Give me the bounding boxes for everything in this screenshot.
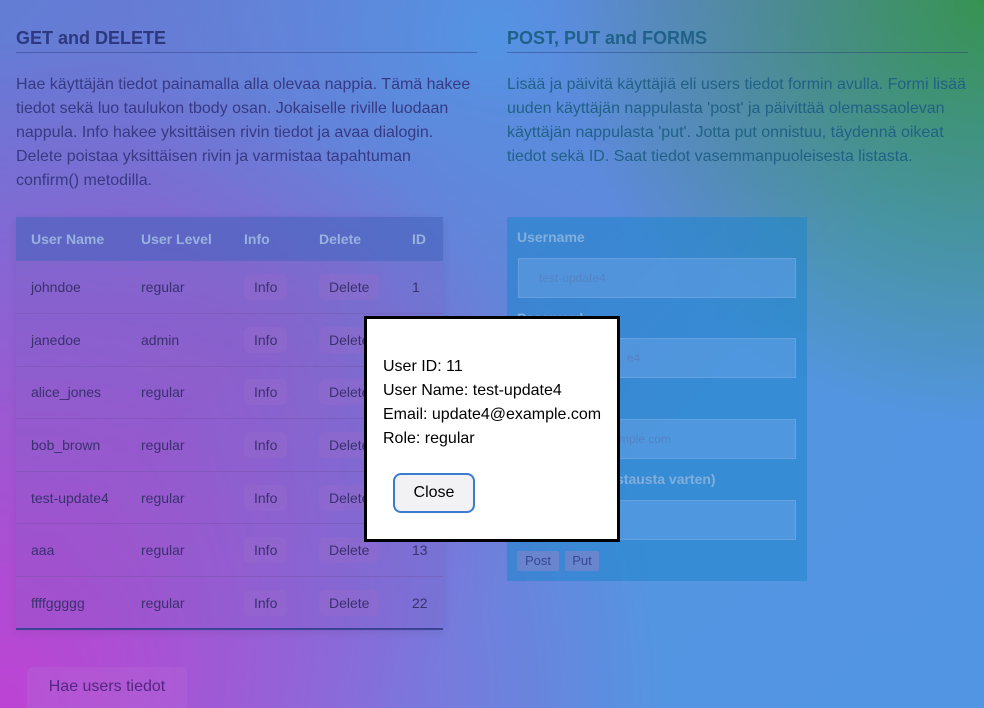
dialog-user-name: User Name: test-update4 <box>383 382 562 399</box>
dialog-role: Role: regular <box>383 430 475 447</box>
dialog-email: Email: update4@example.com <box>383 406 602 423</box>
close-button[interactable]: Close <box>393 473 475 513</box>
dialog-info: User ID: 11 User Name: test-update4 Emai… <box>383 355 601 451</box>
user-info-dialog: User ID: 11 User Name: test-update4 Emai… <box>364 316 620 542</box>
dialog-user-id: User ID: 11 <box>383 358 463 375</box>
